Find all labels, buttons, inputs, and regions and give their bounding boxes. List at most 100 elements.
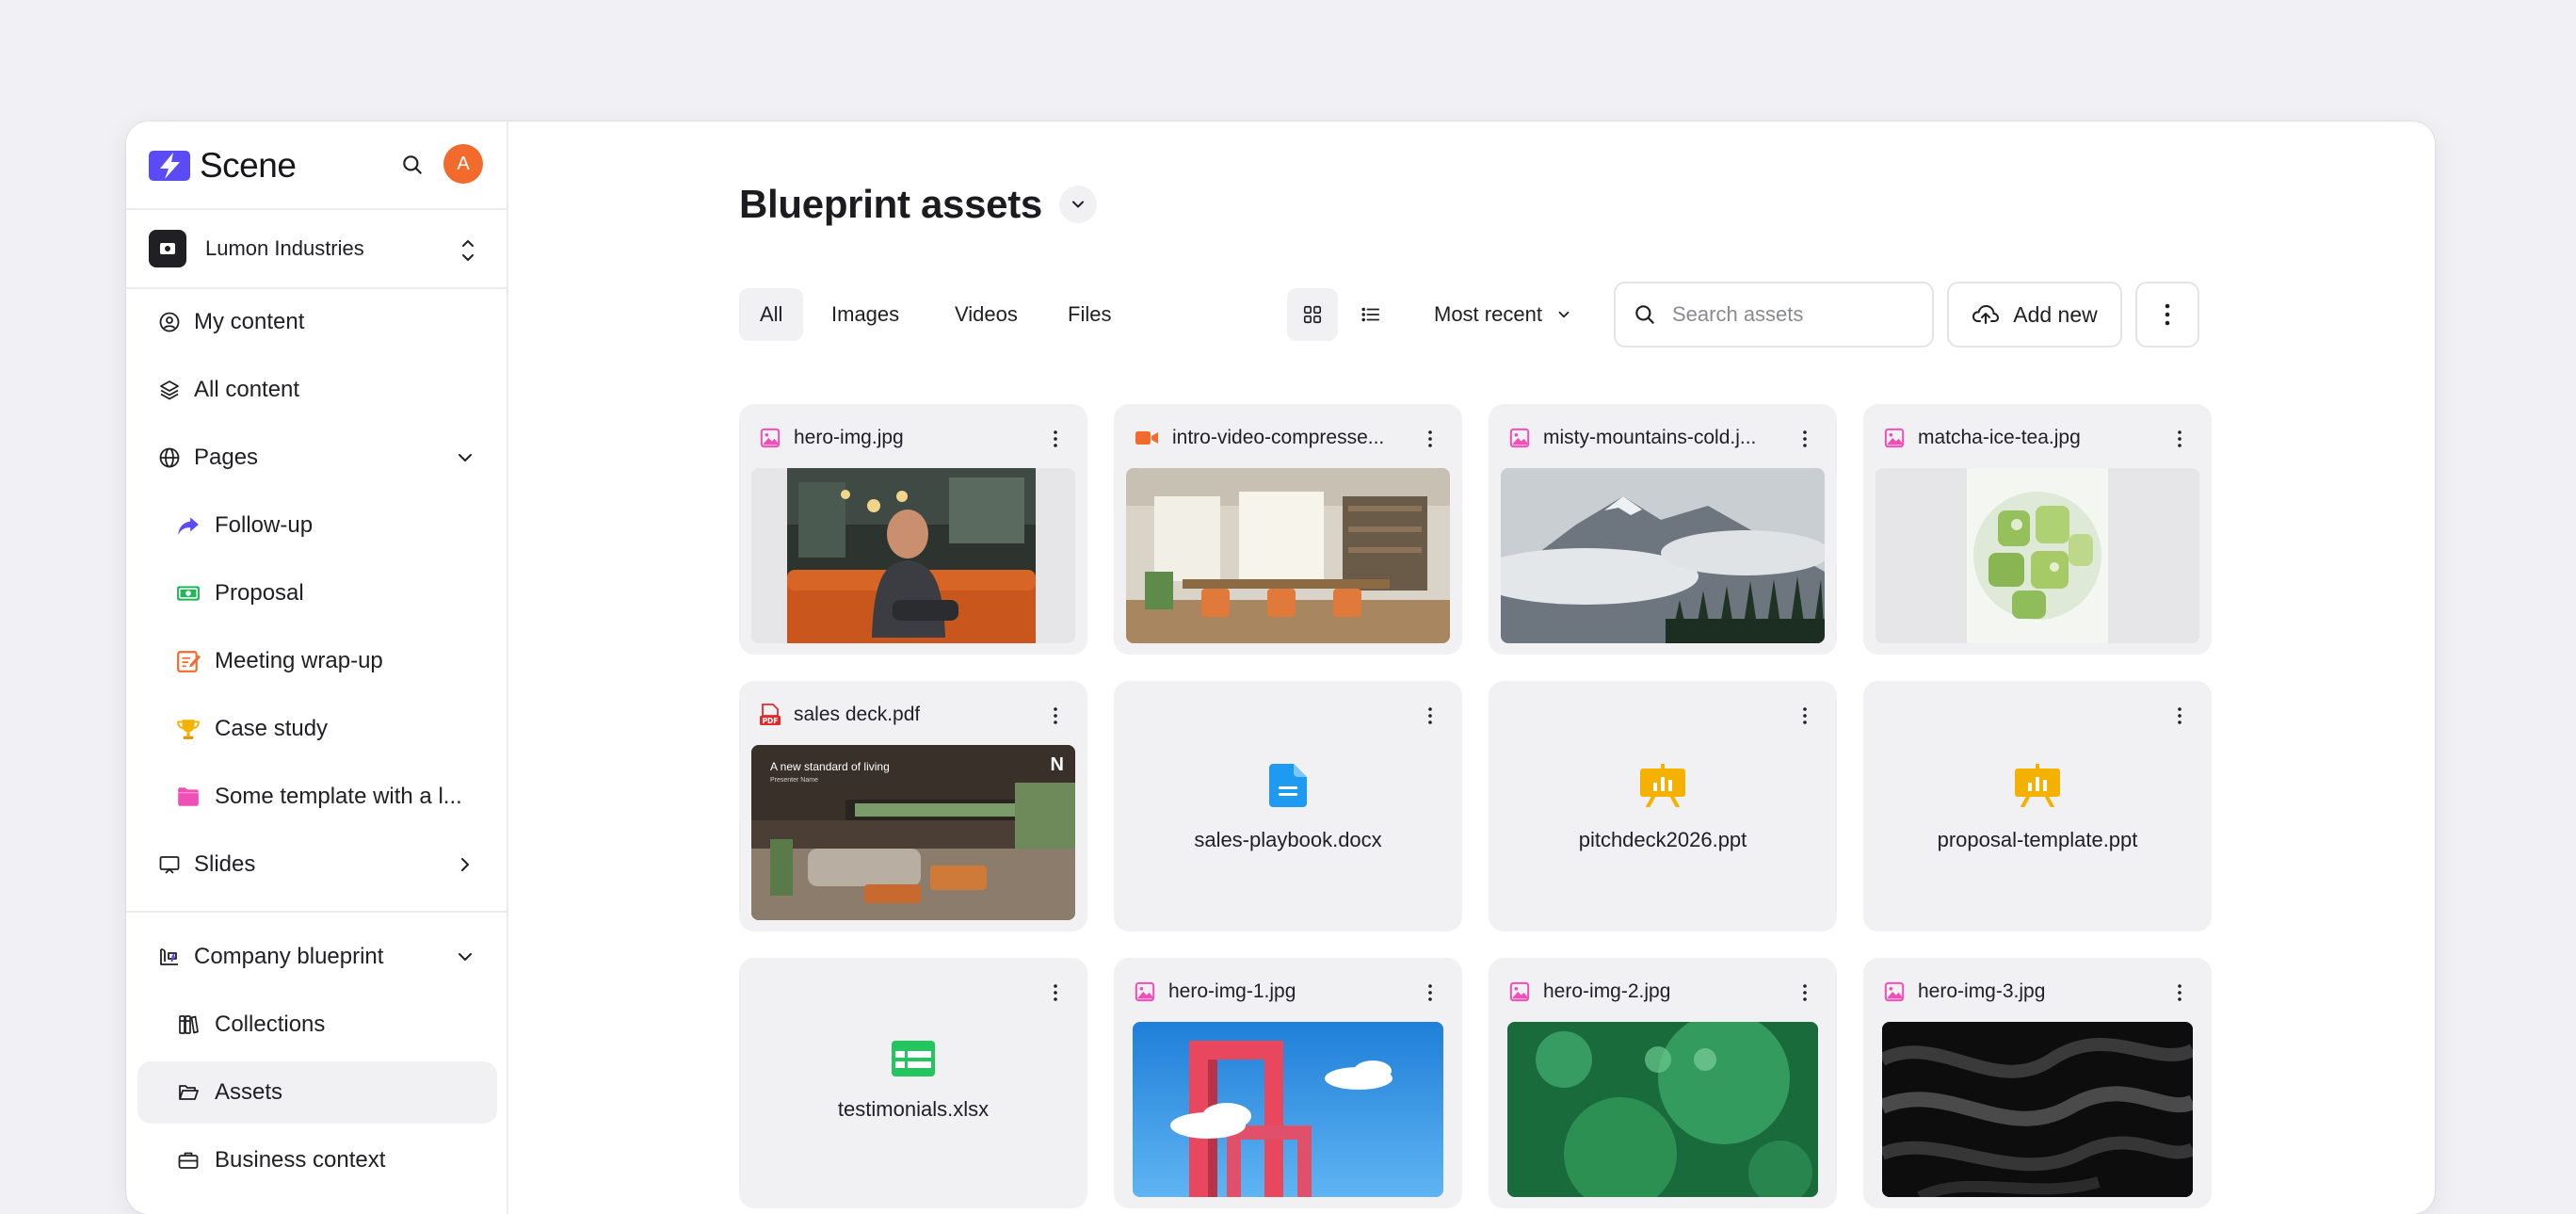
- sidebar-item-company-blueprint[interactable]: Company blueprint: [137, 926, 497, 988]
- brand[interactable]: Scene: [149, 146, 297, 186]
- sidebar-item-my-content[interactable]: My content: [137, 291, 497, 353]
- asset-card[interactable]: PDF sales deck.pdf A new standard of liv…: [739, 681, 1087, 931]
- asset-name: hero-img-2.jpg: [1543, 980, 1671, 1002]
- asset-thumbnail: [1882, 1022, 2193, 1197]
- app-window: Scene A Lumon Industries My content All …: [126, 121, 2435, 1214]
- svg-text:PDF: PDF: [763, 717, 779, 725]
- asset-menu-button[interactable]: [1419, 425, 1441, 453]
- grid-view-button[interactable]: [1287, 288, 1338, 341]
- sidebar-item-some-template[interactable]: Some template with a l...: [137, 766, 497, 828]
- search-box[interactable]: [1614, 282, 1934, 348]
- sidebar-item-label: Business context: [215, 1147, 386, 1173]
- sidebar-item-slides[interactable]: Slides: [137, 834, 497, 896]
- asset-menu-button[interactable]: [2168, 425, 2191, 453]
- title-dropdown-button[interactable]: [1058, 186, 1097, 223]
- forward-arrow-icon: [175, 512, 201, 539]
- sort-dropdown[interactable]: Most recent: [1434, 288, 1572, 341]
- scene-logo-icon: [149, 151, 190, 181]
- asset-menu-button[interactable]: [1044, 425, 1067, 453]
- blueprint-icon: [156, 944, 183, 970]
- globe-icon: [156, 445, 183, 471]
- sidebar-item-assets[interactable]: Assets: [137, 1061, 497, 1124]
- sidebar-item-business-context[interactable]: Business context: [137, 1129, 497, 1191]
- chevron-right-icon: [461, 858, 469, 871]
- asset-card[interactable]: hero-img-1.jpg: [1114, 958, 1462, 1208]
- tab-files[interactable]: Files: [1047, 288, 1132, 341]
- sidebar-item-label: Pages: [194, 445, 259, 470]
- avatar[interactable]: A: [443, 144, 483, 184]
- sidebar-item-label: Meeting wrap-up: [215, 648, 383, 673]
- sidebar-item-follow-up[interactable]: Follow-up: [137, 494, 497, 557]
- more-options-button[interactable]: [2135, 282, 2199, 348]
- asset-card[interactable]: sales-playbook.docx: [1114, 681, 1462, 931]
- search-input[interactable]: [1672, 302, 1908, 327]
- more-vertical-icon: [1428, 430, 1432, 447]
- tab-all[interactable]: All: [739, 288, 804, 341]
- tab-videos[interactable]: Videos: [934, 288, 1038, 341]
- sidebar-item-label: Company blueprint: [194, 944, 384, 969]
- org-switcher[interactable]: Lumon Industries: [126, 208, 507, 289]
- sidebar-item-proposal[interactable]: Proposal: [137, 562, 497, 624]
- sidebar-item-pages[interactable]: Pages: [137, 427, 497, 489]
- asset-thumbnail: [1876, 468, 2199, 643]
- asset-card[interactable]: hero-img.jpg: [739, 404, 1087, 655]
- asset-thumbnail: [1507, 1022, 1818, 1197]
- image-file-icon: [1509, 981, 1530, 1002]
- asset-card[interactable]: pitchdeck2026.ppt: [1489, 681, 1837, 931]
- asset-thumbnail: [751, 468, 1075, 643]
- add-new-button[interactable]: Add new: [1947, 282, 2122, 348]
- chevron-down-icon: [1071, 201, 1084, 208]
- asset-name: pitchdeck2026.ppt: [1578, 828, 1747, 851]
- asset-menu-button[interactable]: [1794, 425, 1816, 453]
- presentation-file-icon: [1640, 764, 1685, 807]
- asset-name: sales-playbook.docx: [1194, 828, 1382, 851]
- sidebar-item-collections[interactable]: Collections: [137, 994, 497, 1056]
- asset-menu-button[interactable]: [2168, 979, 2191, 1007]
- asset-menu-button[interactable]: [1419, 702, 1441, 730]
- asset-menu-button[interactable]: [1794, 702, 1816, 730]
- asset-menu-button[interactable]: [1794, 979, 1816, 1007]
- asset-name: hero-img.jpg: [794, 427, 904, 448]
- more-vertical-icon: [2178, 707, 2182, 724]
- banknote-icon: [175, 580, 201, 607]
- asset-menu-button[interactable]: [1419, 979, 1441, 1007]
- more-vertical-icon: [1054, 430, 1057, 447]
- more-vertical-icon: [1054, 707, 1057, 724]
- asset-name: intro-video-compresse...: [1172, 427, 1385, 448]
- asset-card-header: intro-video-compresse...: [1135, 423, 1406, 453]
- asset-menu-button[interactable]: [2168, 702, 2191, 730]
- asset-menu-button[interactable]: [1044, 979, 1067, 1007]
- sidebar-item-meeting-wrap-up[interactable]: Meeting wrap-up: [137, 630, 497, 692]
- asset-card[interactable]: hero-img-3.jpg: [1863, 958, 2212, 1208]
- asset-file-preview: sales-playbook.docx: [1114, 764, 1462, 852]
- sidebar-item-case-study[interactable]: Case study: [137, 698, 497, 760]
- asset-card[interactable]: testimonials.xlsx: [739, 958, 1087, 1208]
- pdf-preview-logo: N: [1050, 754, 1064, 775]
- asset-card-header: misty-mountains-cold.j...: [1509, 423, 1780, 453]
- asset-name: hero-img-1.jpg: [1168, 980, 1296, 1002]
- sidebar-item-all-content[interactable]: All content: [137, 359, 497, 421]
- main-content: Blueprint assets All Images Videos Files…: [508, 121, 2435, 1214]
- brand-name: Scene: [200, 146, 297, 185]
- more-vertical-icon: [1054, 984, 1057, 1001]
- asset-name: matcha-ice-tea.jpg: [1918, 427, 2081, 448]
- pdf-preview-heading: A new standard of living: [770, 760, 890, 773]
- asset-menu-button[interactable]: [1044, 702, 1067, 730]
- asset-card[interactable]: hero-img-2.jpg: [1489, 958, 1837, 1208]
- pdf-file-icon: PDF: [760, 704, 781, 725]
- more-vertical-icon: [2165, 303, 2170, 326]
- asset-card[interactable]: intro-video-compresse...: [1114, 404, 1462, 655]
- asset-card[interactable]: matcha-ice-tea.jpg: [1863, 404, 2212, 655]
- sidebar-item-label: Slides: [194, 851, 256, 877]
- grid-icon: [1303, 305, 1322, 324]
- asset-card[interactable]: proposal-template.ppt: [1863, 681, 2212, 931]
- asset-card[interactable]: misty-mountains-cold.j...: [1489, 404, 1837, 655]
- list-view-button[interactable]: [1345, 288, 1396, 341]
- asset-card-header: hero-img-1.jpg: [1135, 977, 1406, 1007]
- asset-thumbnail: [1133, 1022, 1443, 1197]
- search-icon[interactable]: [395, 148, 429, 182]
- image-file-icon: [1135, 981, 1155, 1002]
- asset-file-preview: pitchdeck2026.ppt: [1489, 764, 1837, 852]
- tab-images[interactable]: Images: [811, 288, 920, 341]
- sidebar-header: Scene A: [126, 121, 507, 208]
